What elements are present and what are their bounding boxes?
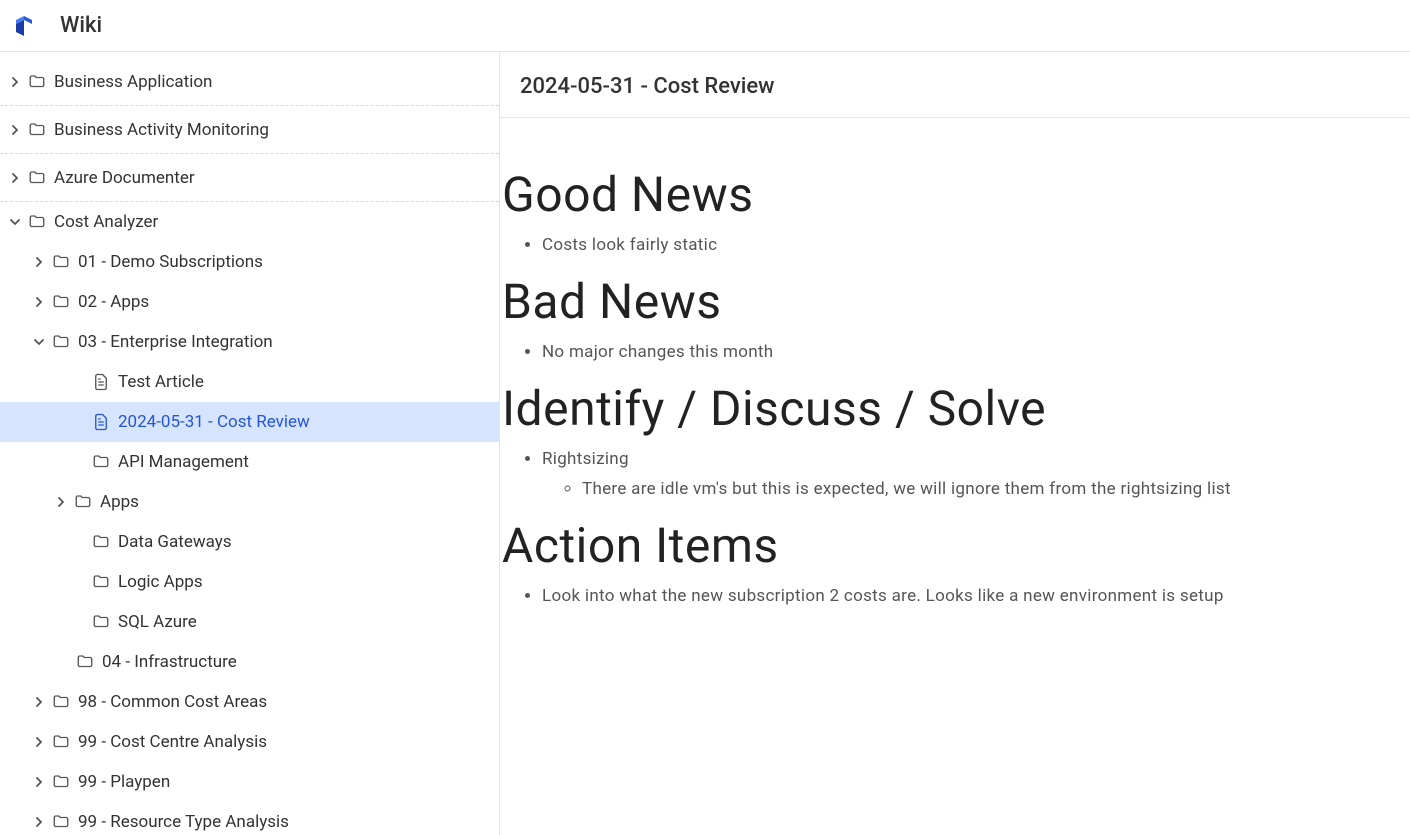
file-item[interactable]: 2024-05-31 - Cost Review <box>0 402 499 442</box>
folder-icon <box>90 573 112 591</box>
chevron-right-icon[interactable] <box>6 173 24 183</box>
file-icon <box>90 413 112 431</box>
page-title: 2024-05-31 - Cost Review <box>500 52 1410 118</box>
bullet-list: No major changes this month <box>542 342 1386 362</box>
tree-item-label: 01 - Demo Subscriptions <box>78 252 263 272</box>
tree-item-label: 98 - Common Cost Areas <box>78 692 267 712</box>
list-item-text: Costs look fairly static <box>542 235 717 255</box>
content-area: 2024-05-31 - Cost Review Good News Costs … <box>500 52 1410 835</box>
tree-item-label: 99 - Cost Centre Analysis <box>78 732 267 752</box>
tree-item-label: Business Application <box>54 72 212 92</box>
list-item-text: No major changes this month <box>542 342 773 362</box>
folder-icon <box>72 493 94 511</box>
tree-item-label: API Management <box>118 452 249 472</box>
folder-item[interactable]: Cost Analyzer <box>0 202 499 242</box>
article-body: Good News Costs look fairly static Bad New… <box>500 118 1410 606</box>
chevron-right-icon[interactable] <box>6 77 24 87</box>
chevron-right-icon[interactable] <box>6 125 24 135</box>
tree-item-label: Data Gateways <box>118 532 232 552</box>
bullet-list: Costs look fairly static <box>542 235 1386 255</box>
file-icon <box>90 373 112 391</box>
tree-item-label: 04 - Infrastructure <box>102 652 237 672</box>
folder-icon <box>26 121 48 139</box>
folder-item[interactable]: Azure Documenter <box>0 154 499 202</box>
folder-icon <box>50 773 72 791</box>
folder-icon <box>90 533 112 551</box>
tree-item-label: Logic Apps <box>118 572 203 592</box>
app-title: Wiki <box>60 13 102 38</box>
folder-item[interactable]: 98 - Common Cost Areas <box>0 682 499 722</box>
list-item: Rightsizing There are idle vm's but this … <box>542 449 1386 499</box>
folder-item[interactable]: 99 - Cost Centre Analysis <box>0 722 499 762</box>
file-item[interactable]: Test Article <box>0 362 499 402</box>
tree-item-label: SQL Azure <box>118 612 197 632</box>
folder-item[interactable]: Logic Apps <box>0 562 499 602</box>
folder-item[interactable]: 99 - Resource Type Analysis <box>0 802 499 835</box>
tree-item-label: 2024-05-31 - Cost Review <box>118 412 310 432</box>
topbar: Wiki <box>0 0 1410 52</box>
chevron-right-icon[interactable] <box>30 817 48 827</box>
list-item: There are idle vm's but this is expected… <box>582 479 1386 499</box>
tree-item-label: Test Article <box>118 372 204 392</box>
list-item-text: Look into what the new subscription 2 co… <box>542 586 1224 606</box>
folder-item[interactable]: 04 - Infrastructure <box>0 642 499 682</box>
list-item: Costs look fairly static <box>542 235 1386 255</box>
chevron-right-icon[interactable] <box>52 497 70 507</box>
folder-item[interactable]: 01 - Demo Subscriptions <box>0 242 499 282</box>
tree-item-label: 02 - Apps <box>78 292 149 312</box>
folder-icon <box>74 653 96 671</box>
folder-icon <box>50 693 72 711</box>
folder-icon <box>50 293 72 311</box>
sidebar: Business Application Business Activity Mo… <box>0 52 500 835</box>
folder-item[interactable]: Data Gateways <box>0 522 499 562</box>
folder-icon <box>50 333 72 351</box>
app-logo-icon <box>12 14 36 38</box>
list-item-text: Rightsizing <box>542 449 629 469</box>
folder-item[interactable]: Business Activity Monitoring <box>0 106 499 154</box>
folder-item[interactable]: SQL Azure <box>0 602 499 642</box>
chevron-right-icon[interactable] <box>30 697 48 707</box>
chevron-right-icon[interactable] <box>30 777 48 787</box>
tree-item-label: Cost Analyzer <box>54 212 158 232</box>
folder-item[interactable]: 99 - Playpen <box>0 762 499 802</box>
tree-item-label: 03 - Enterprise Integration <box>78 332 273 352</box>
chevron-down-icon[interactable] <box>6 217 24 227</box>
chevron-right-icon[interactable] <box>30 297 48 307</box>
folder-item[interactable]: API Management <box>0 442 499 482</box>
folder-icon <box>90 613 112 631</box>
folder-item[interactable]: Business Application <box>0 58 499 106</box>
tree-item-label: 99 - Resource Type Analysis <box>78 812 289 832</box>
tree-item-label: 99 - Playpen <box>78 772 170 792</box>
folder-item[interactable]: 03 - Enterprise Integration <box>0 322 499 362</box>
folder-icon <box>26 169 48 187</box>
section-heading: Action Items <box>502 517 1386 574</box>
chevron-down-icon[interactable] <box>30 337 48 347</box>
section-heading: Bad News <box>502 273 1386 330</box>
folder-icon <box>26 213 48 231</box>
folder-icon <box>90 453 112 471</box>
list-item: No major changes this month <box>542 342 1386 362</box>
folder-icon <box>26 73 48 91</box>
bullet-sublist: There are idle vm's but this is expected… <box>582 479 1386 499</box>
tree-item-label: Apps <box>100 492 139 512</box>
list-item: Look into what the new subscription 2 co… <box>542 586 1386 606</box>
folder-icon <box>50 733 72 751</box>
folder-item[interactable]: 02 - Apps <box>0 282 499 322</box>
bullet-list: Rightsizing There are idle vm's but this … <box>542 449 1386 499</box>
tree-item-label: Business Activity Monitoring <box>54 120 269 140</box>
folder-icon <box>50 813 72 831</box>
folder-icon <box>50 253 72 271</box>
folder-item[interactable]: Apps <box>0 482 499 522</box>
section-heading: Identify / Discuss / Solve <box>502 380 1386 437</box>
chevron-right-icon[interactable] <box>30 257 48 267</box>
chevron-right-icon[interactable] <box>30 737 48 747</box>
section-heading: Good News <box>502 166 1386 223</box>
tree-item-label: Azure Documenter <box>54 168 195 188</box>
bullet-list: Look into what the new subscription 2 co… <box>542 586 1386 606</box>
